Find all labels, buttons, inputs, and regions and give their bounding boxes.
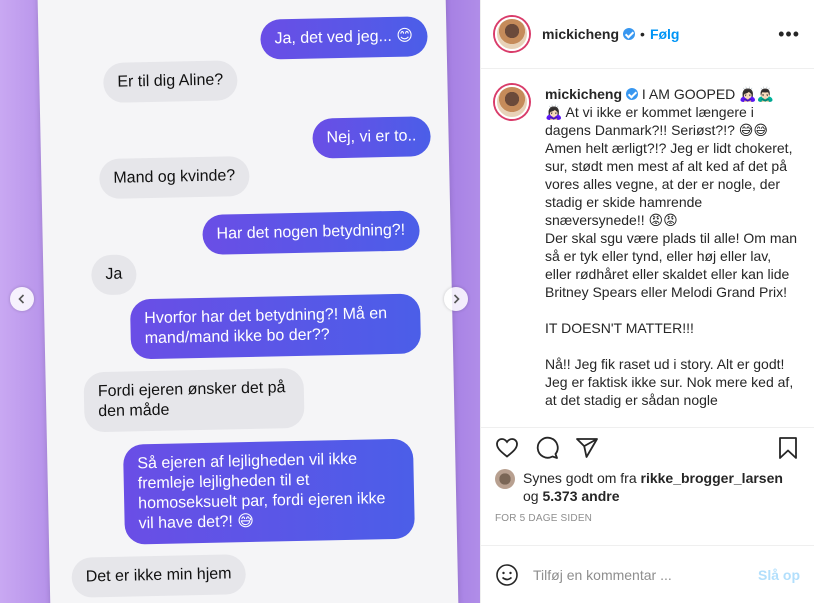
post-header: mickicheng • Følg •••: [481, 0, 814, 69]
chat-screenshot: Ja, det ved jeg... 😊 Er til dig Aline? N…: [37, 0, 459, 603]
chat-message: Nej, vi er to..: [312, 116, 431, 159]
caption: mickicheng I AM GOOPED 🙇🏻‍♀️🙇🏻‍♂️ 🙇🏻‍♀️ …: [545, 85, 800, 427]
caption-section: mickicheng I AM GOOPED 🙇🏻‍♀️🙇🏻‍♂️ 🙇🏻‍♀️ …: [481, 69, 814, 427]
separator-dot: •: [640, 26, 645, 42]
follow-button[interactable]: Følg: [650, 26, 680, 42]
chat-message: Fordi ejeren ønsker det på den måde: [83, 367, 305, 433]
chat-message: Har det nogen betydning?!: [202, 210, 420, 255]
previous-button[interactable]: [10, 287, 34, 311]
username-link[interactable]: mickicheng: [542, 26, 619, 42]
post-media: Ja, det ved jeg... 😊 Er til dig Aline? N…: [0, 0, 480, 603]
share-icon[interactable]: [575, 436, 599, 460]
verified-icon: [623, 28, 636, 40]
chat-message: Ja: [90, 254, 137, 296]
chat-message: Ja, det ved jeg... 😊: [260, 16, 428, 60]
chat-message: Mand og kvinde?: [98, 155, 250, 200]
emoji-icon[interactable]: [495, 563, 519, 587]
caption-username[interactable]: mickicheng: [545, 86, 622, 102]
chevron-right-icon: [453, 294, 460, 304]
verified-icon: [626, 88, 639, 100]
likes-summary: Synes godt om fra rikke_brogger_larsen o…: [481, 467, 814, 505]
comment-form: Slå op: [481, 545, 814, 603]
caption-text: I AM GOOPED 🙇🏻‍♀️🙇🏻‍♂️ 🙇🏻‍♀️ At vi ikke …: [545, 86, 798, 408]
liker-avatar[interactable]: [495, 469, 515, 489]
action-bar: [481, 427, 814, 467]
likes-text: Synes godt om fra rikke_brogger_larsen o…: [523, 469, 800, 505]
avatar[interactable]: [495, 17, 529, 51]
chat-message: Hvorfor har det betydning?! Må en mand/m…: [129, 293, 422, 360]
bookmark-icon[interactable]: [776, 436, 800, 460]
post-comment-button[interactable]: Slå op: [758, 567, 800, 583]
liker-username[interactable]: rikke_brogger_larsen: [641, 470, 783, 486]
caption-avatar[interactable]: [495, 85, 529, 119]
comment-icon[interactable]: [535, 436, 559, 460]
likes-middle: og: [523, 488, 543, 504]
heart-icon[interactable]: [495, 436, 519, 460]
likes-count[interactable]: 5.373 andre: [542, 488, 619, 504]
post-modal: Ja, det ved jeg... 😊 Er til dig Aline? N…: [0, 0, 814, 603]
likes-prefix: Synes godt om fra: [523, 470, 641, 486]
chevron-left-icon: [18, 294, 25, 304]
chat-message: Så ejeren af lejligheden vil ikke fremle…: [122, 438, 415, 545]
post-sidebar: mickicheng • Følg ••• mickicheng I AM GO…: [481, 0, 814, 603]
post-date[interactable]: FOR 5 DAGE SIDEN: [481, 505, 814, 524]
chat-message: Er til dig Aline?: [102, 60, 238, 103]
comment-input[interactable]: [533, 566, 758, 583]
next-button[interactable]: [444, 287, 468, 311]
chat-message: Det er ikke min hjem: [71, 554, 246, 598]
more-options-button[interactable]: •••: [778, 24, 800, 45]
